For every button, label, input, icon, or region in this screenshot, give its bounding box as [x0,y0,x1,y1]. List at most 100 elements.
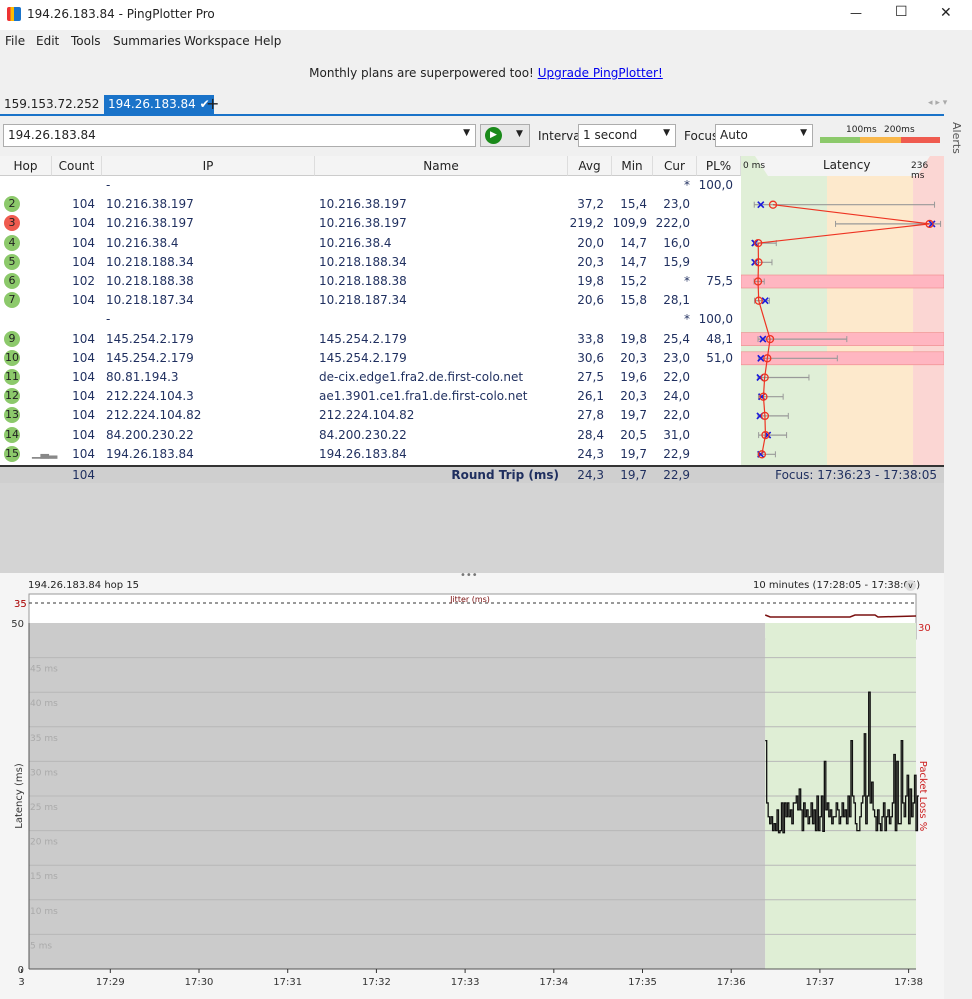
cell-avg: 20,0 [577,235,604,250]
cell-min: 14,7 [620,254,647,269]
table-row[interactable]: 5 104 10.218.188.34 10.218.188.34 20,3 14,7 15… [0,253,741,272]
x-tick-label: 17:34 [539,977,568,988]
y-tick-label: 45 ms [30,665,58,675]
cell-count: 104 [72,350,95,365]
table-row[interactable]: 7 104 10.218.187.34 10.218.187.34 20,6 15,8 28… [0,291,741,310]
table-row[interactable]: 3 104 10.216.38.197 10.216.38.197 219,2 109,9… [0,214,741,233]
latency-max-label: 236 ms [911,161,929,181]
table-row[interactable]: 14 104 84.200.230.22 84.200.230.22 28,4 20,5 3… [0,426,741,445]
hop-number: 12 [4,388,20,405]
cell-cur: * [684,178,690,192]
time-range-select[interactable]: 10 minutes (17:28:05 - 17:38:05) [753,580,920,591]
hop-number: 5 [4,253,20,270]
cell-min: 20,3 [620,389,647,404]
cell-count: 104 [72,216,95,231]
hop-number: 7 [4,292,20,309]
col-min[interactable]: Min [612,156,653,176]
table-row[interactable]: 12 104 212.224.104.3 ae1.3901.ce1.fra1.de.f… [0,387,741,406]
timeline-target: 194.26.183.84 hop 15 [28,580,140,591]
table-row[interactable]: - * 100,0 [0,176,741,195]
alerts-panel[interactable]: Alerts [944,116,972,999]
col-cur[interactable]: Cur [653,156,697,176]
summary-label: Round Trip (ms) [451,468,559,482]
cell-min: 19,8 [620,331,647,346]
latency-scale-legend: 100ms 200ms [820,124,940,148]
table-row[interactable]: 15 ▁▃▂ 104 194.26.183.84 194.26.183.84 24,3 19… [0,445,741,464]
cell-name: 10.216.38.197 [319,197,407,212]
chevron-down-icon[interactable]: ▼ [463,128,470,138]
x-tick-label: 17:37 [805,977,834,988]
table-row[interactable]: 9 104 145.254.2.179 145.254.2.179 33,8 19,8 25… [0,330,741,349]
cell-count: 104 [72,235,95,250]
upgrade-link[interactable]: Upgrade PingPlotter! [538,66,663,80]
table-row[interactable]: 13 104 212.224.104.82 212.224.104.82 27,8 19,… [0,406,741,425]
table-row[interactable]: 2 104 10.216.38.197 10.216.38.197 37,2 15,4 23… [0,195,741,214]
chevron-down-icon[interactable]: ▼ [516,129,523,139]
x-tick-label: 3 [18,977,24,988]
menu-tools[interactable]: Tools [71,34,101,48]
loss-tick: 30 [918,623,931,634]
alerts-tab[interactable]: Alerts [950,122,963,154]
scale-green [820,137,860,143]
focus-select[interactable]: Auto ▼ [715,124,813,147]
x-tick-label: 17:29 [96,977,125,988]
splitter-handle[interactable]: ••• [460,570,478,581]
col-count[interactable]: Count [52,156,102,176]
cell-name: 145.254.2.179 [319,350,407,365]
tab-label: 159.153.72.252 [4,97,100,111]
cell-name: 10.218.188.34 [319,254,407,269]
cell-count: 104 [72,389,95,404]
cell-name: de-cix.edge1.fra2.de.first-colo.net [319,370,524,384]
y-tick-label: 40 ms [30,699,58,709]
y-tick-label: 20 ms [30,838,58,848]
target-value: 194.26.183.84 [8,128,96,142]
focus-range: Focus: 17:36:23 - 17:38:05 [775,468,937,482]
cell-count: 102 [72,274,95,288]
cell-min: 109,9 [612,216,647,231]
menu-edit[interactable]: Edit [36,34,59,48]
menu-file[interactable]: File [5,34,25,48]
col-ip[interactable]: IP [102,156,315,176]
upgrade-banner: Monthly plans are superpowered too! Upgr… [0,66,972,80]
interval-value: 1 second [583,128,638,142]
col-hop[interactable]: Hop [0,156,52,176]
chevron-down-icon[interactable]: v [905,580,916,591]
minimize-button[interactable]: — [850,6,862,20]
tab-scroll-icon[interactable]: ◂ ▸ ▾ [928,98,947,108]
hop-number: 3 [4,215,20,232]
maximize-button[interactable]: ☐ [895,4,908,20]
tab-159-153-72-252[interactable]: 159.153.72.252 ✔ [0,95,117,114]
interval-select[interactable]: 1 second ▼ [578,124,676,147]
cell-cur: 16,0 [663,235,690,250]
cell-cur: 31,0 [663,427,690,442]
col-pl[interactable]: PL% [697,156,741,176]
scale-100ms: 100ms [846,125,877,135]
table-row[interactable]: 11 104 80.81.194.3 de-cix.edge1.fra2.de.fir… [0,368,741,387]
close-button[interactable]: ✕ [940,5,952,21]
cell-avg: 19,8 [577,274,604,288]
table-row[interactable]: - * 100,0 [0,310,741,329]
menu-summaries[interactable]: Summaries [113,34,181,48]
table-row[interactable]: 10 104 145.254.2.179 145.254.2.179 30,6 20,3 2… [0,349,741,368]
empty-area [0,483,944,573]
add-tab-button[interactable]: + [206,94,219,113]
table-row[interactable]: 6 102 10.218.188.38 10.218.188.38 19,8 15,2 * 7… [0,272,741,291]
tab-194-26-183-84[interactable]: 194.26.183.84 ✔ [104,95,214,114]
cell-name: 145.254.2.179 [319,331,407,346]
cell-ip: 212.224.104.82 [106,408,202,423]
menu-workspace[interactable]: Workspace [184,34,250,48]
cell-ip: - [106,312,111,327]
table-row[interactable]: 4 104 10.216.38.4 10.216.38.4 20,0 14,7 16,0 [0,234,741,253]
cell-avg: 30,6 [577,350,604,365]
cell-cur: 222,0 [655,216,690,231]
cell-cur: 22,0 [663,370,690,384]
cell-ip: 10.218.188.38 [106,274,194,288]
menu-help[interactable]: Help [254,34,281,48]
y-tick-label: 25 ms [30,803,58,813]
start-button[interactable]: ▶ ▼ [480,124,530,147]
target-input[interactable]: 194.26.183.84 ▼ [3,124,476,147]
col-name[interactable]: Name [315,156,568,176]
col-avg[interactable]: Avg [568,156,612,176]
app-icon [7,7,21,21]
hop-number: 15 [4,445,20,462]
